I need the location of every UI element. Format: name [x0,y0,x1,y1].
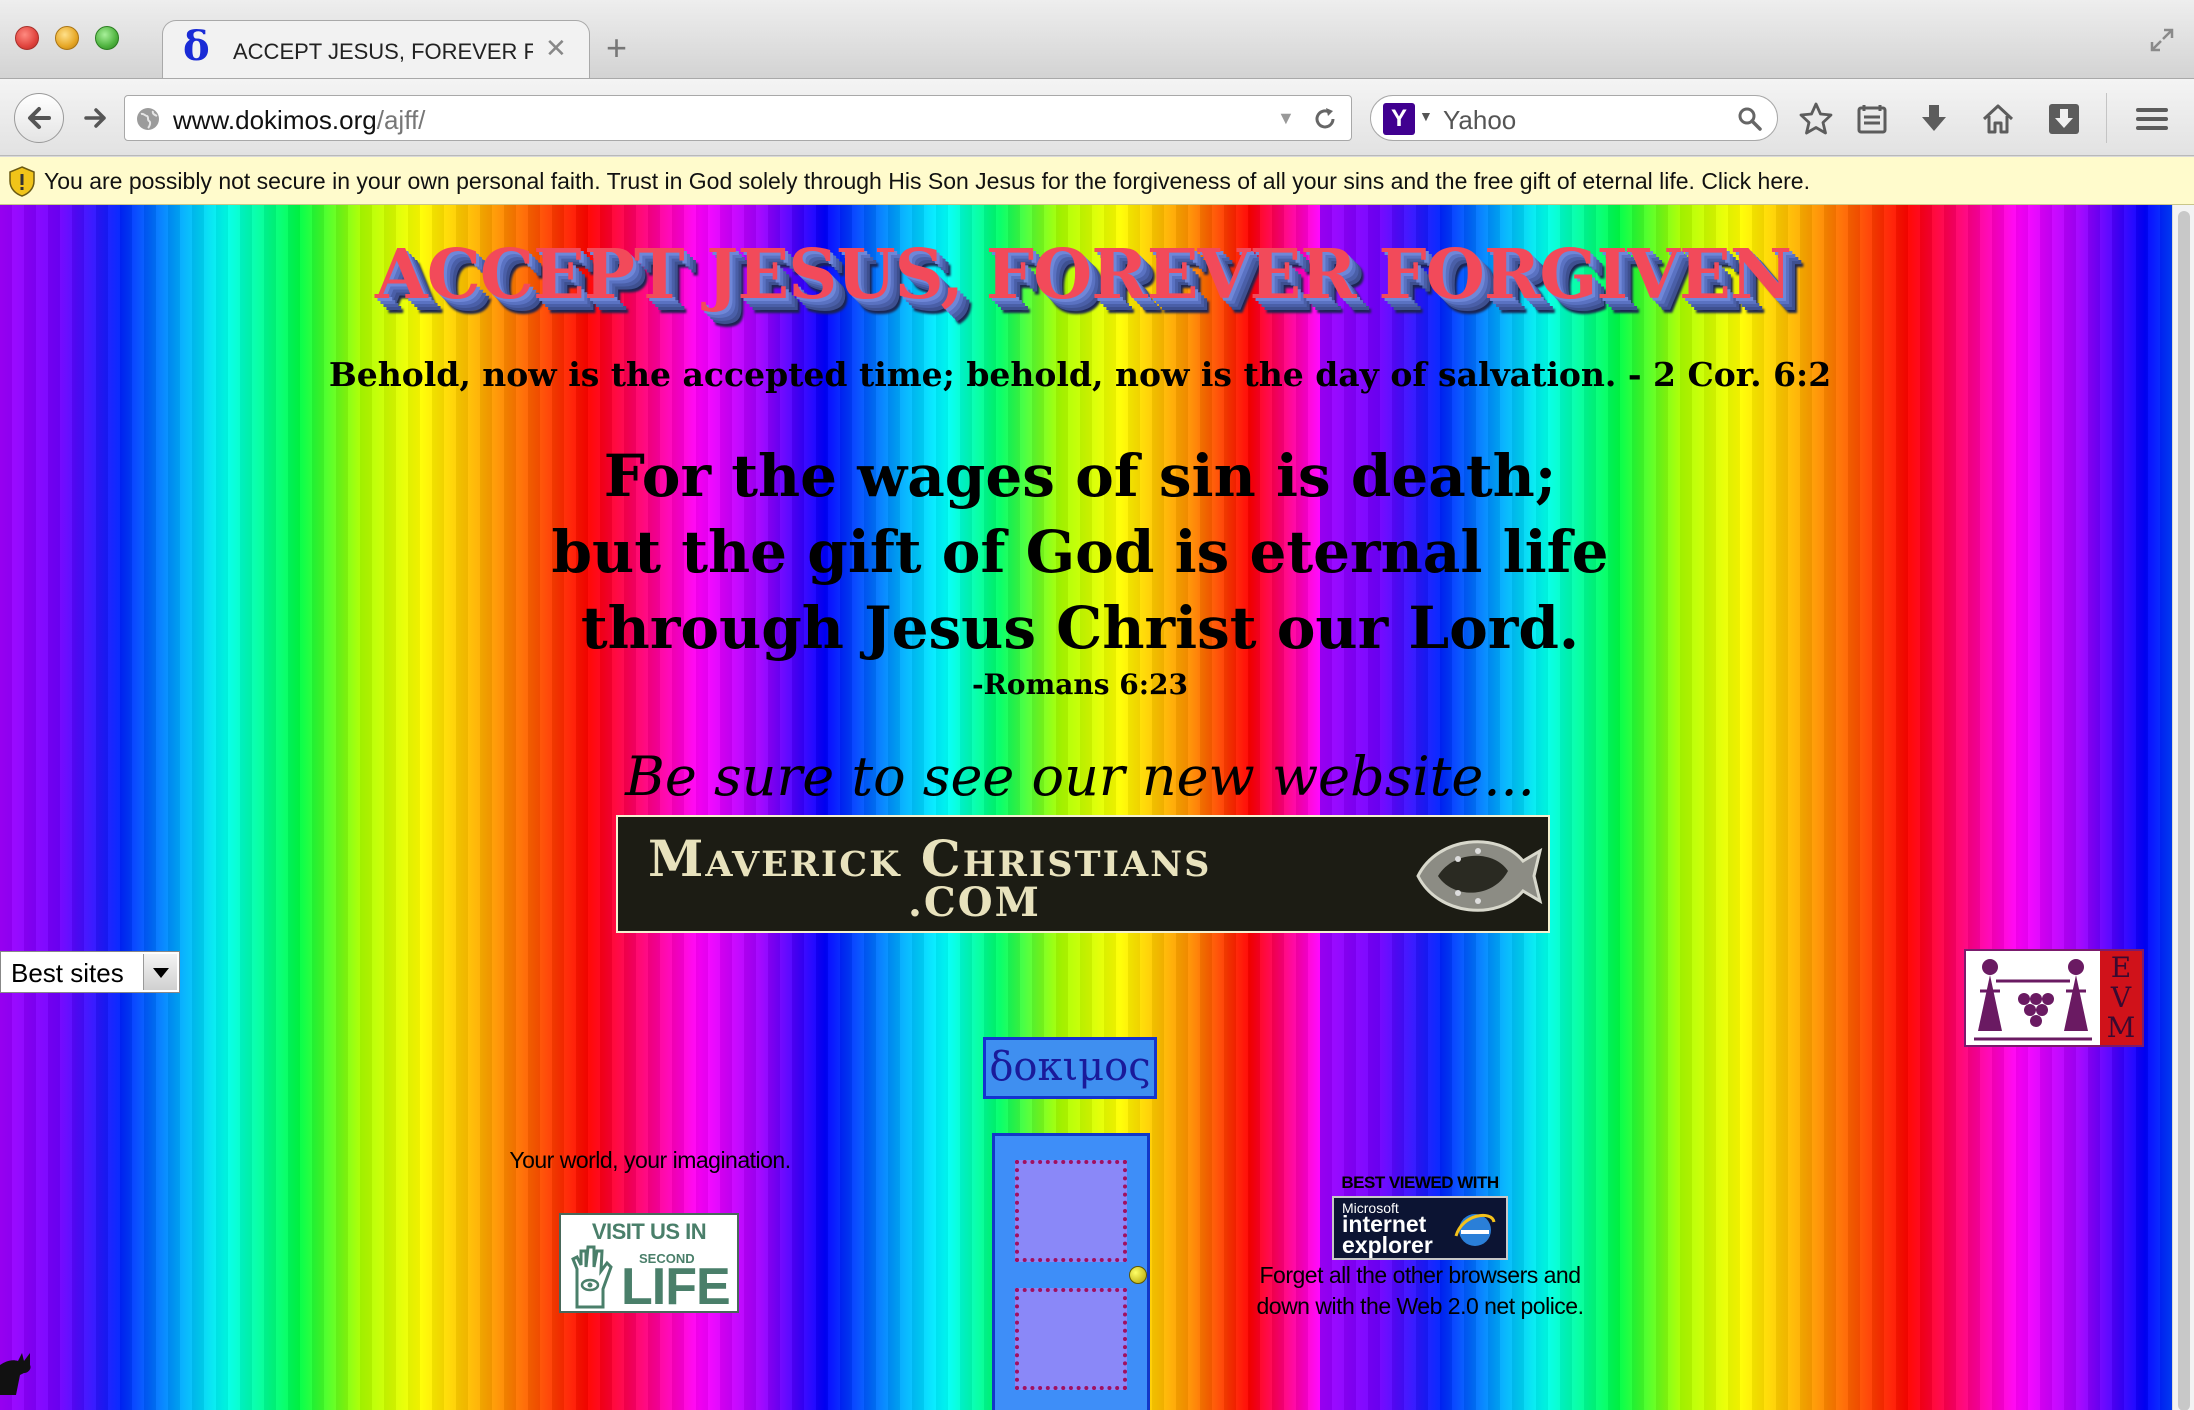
search-icon[interactable] [1737,106,1763,132]
best-viewed-label: BEST VIEWED WITH [1341,1173,1499,1192]
second-life-badge-link[interactable]: VISIT US IN SECOND LIFE [559,1213,739,1316]
hamburger-menu-icon[interactable] [2134,101,2170,137]
right-caption: Forget all the other browsers and down w… [1230,1260,1610,1322]
evm-letter-m: M [2106,1011,2136,1044]
left-caption: Your world, your imagination. [509,1147,791,1173]
second-life-hand-eye-icon [571,1245,613,1309]
tab-favicon-icon: δ [183,23,210,70]
best-sites-select[interactable]: Best sites [0,951,180,993]
evm-letter-e: E [2110,951,2132,984]
bookmark-star-icon[interactable] [1798,101,1834,137]
forward-arrow-icon [84,108,106,128]
search-bar[interactable]: Y ▼ Yahoo [1370,95,1778,141]
ie-name-text: internet explorer [1342,1213,1433,1258]
evm-letters: E V M [2100,951,2142,1045]
back-arrow-icon [28,107,51,129]
new-tab-button[interactable]: + [606,30,627,66]
verse-reference: -Romans 6:23 [972,668,1188,701]
browser-tab-active[interactable]: δ ACCEPT JESUS, FOREVER F... ✕ [162,20,590,78]
evm-badge-link[interactable]: E V M [1964,949,2144,1047]
window-titlebar: δ ACCEPT JESUS, FOREVER F... ✕ + [0,0,2194,78]
evm-letter-v: V [2110,981,2132,1014]
yahoo-engine-icon[interactable]: Y [1383,103,1415,135]
best-sites-select-value: Best sites [11,958,124,988]
url-path: /ajff/ [376,105,426,135]
forward-button[interactable] [78,101,114,135]
door-link[interactable] [992,1133,1150,1410]
home-icon[interactable] [1980,101,2016,137]
page-scrollbar-thumb[interactable] [2178,211,2190,1410]
pocket-icon[interactable] [2046,101,2082,137]
dokimos-logo-link[interactable]: δοκιμος [983,1037,1157,1099]
second-life-life-text: LIFE [621,1258,731,1316]
page-headline: ACCEPT JESUS, FOREVER FORGIVEN [375,235,1792,315]
internet-explorer-badge[interactable]: Microsoft internet explorer [1332,1196,1508,1260]
window-minimize-button[interactable] [55,26,79,50]
main-verse-line-3: through Jesus Christ our Lord. [580,594,1580,662]
ie-globe-icon [1454,1213,1496,1246]
door-lower-panel [1015,1288,1127,1390]
web-page-content: ACCEPT JESUS, FOREVER FORGIVEN Behold, n… [0,205,2194,1410]
window-close-button[interactable] [15,26,39,50]
maverick-christians-banner-link[interactable]: Maverick Christians .COM [616,815,1550,933]
download-icon[interactable] [1916,101,1952,137]
evm-figures-grapes-icon [1974,959,2092,1041]
globe-icon[interactable] [135,106,161,132]
back-button[interactable] [14,93,64,143]
url-history-dropdown-icon[interactable]: ▼ [1277,108,1295,129]
url-host: www.dokimos.org [173,105,377,135]
warning-shield-icon [9,166,35,197]
chevron-down-icon[interactable] [143,954,177,990]
ie-name-line-2: explorer [1342,1232,1433,1258]
address-bar[interactable]: www.dokimos.org/ajff/ ▼ [124,95,1352,141]
right-caption-line-1: Forget all the other browsers and [1259,1262,1581,1288]
subverse-text: Behold, now is the accepted time; behold… [328,355,1832,394]
security-notification-bar[interactable]: You are possibly not secure in your own … [0,157,2194,205]
url-text: www.dokimos.org/ajff/ [173,105,425,136]
cat-silhouette-icon [0,1353,31,1395]
page-scrollbar[interactable] [2172,205,2194,1410]
navigation-toolbar: www.dokimos.org/ajff/ ▼ Y ▼ Yahoo [0,78,2194,156]
maverick-banner-domain: .COM [908,879,1041,926]
engine-dropdown-icon[interactable]: ▼ [1419,108,1433,124]
toolbar-separator [2106,93,2107,143]
tab-close-icon[interactable]: ✕ [545,35,567,61]
right-caption-line-2: down with the Web 2.0 net police. [1256,1293,1584,1319]
search-input[interactable]: Yahoo [1443,105,1516,136]
door-upper-panel [1015,1160,1127,1262]
promo-text: Be sure to see our new website... [625,745,1535,808]
second-life-visit-text: VISIT US IN [591,1219,707,1244]
reload-icon[interactable] [1311,105,1339,133]
horseshoe-fish-icon [1416,840,1543,912]
notification-text[interactable]: You are possibly not secure in your own … [44,168,1810,195]
tab-title: ACCEPT JESUS, FOREVER F... [233,39,533,64]
main-verse-line-2: but the gift of God is eternal life [551,518,1609,586]
reading-list-icon[interactable] [1854,101,1890,137]
window-zoom-button[interactable] [95,26,119,50]
fullscreen-icon[interactable] [2148,26,2176,54]
door-knob-icon [1129,1266,1147,1284]
main-verse-line-1: For the wages of sin is death; [603,442,1557,510]
main-verse: For the wages of sin is death; but the g… [0,438,2160,666]
